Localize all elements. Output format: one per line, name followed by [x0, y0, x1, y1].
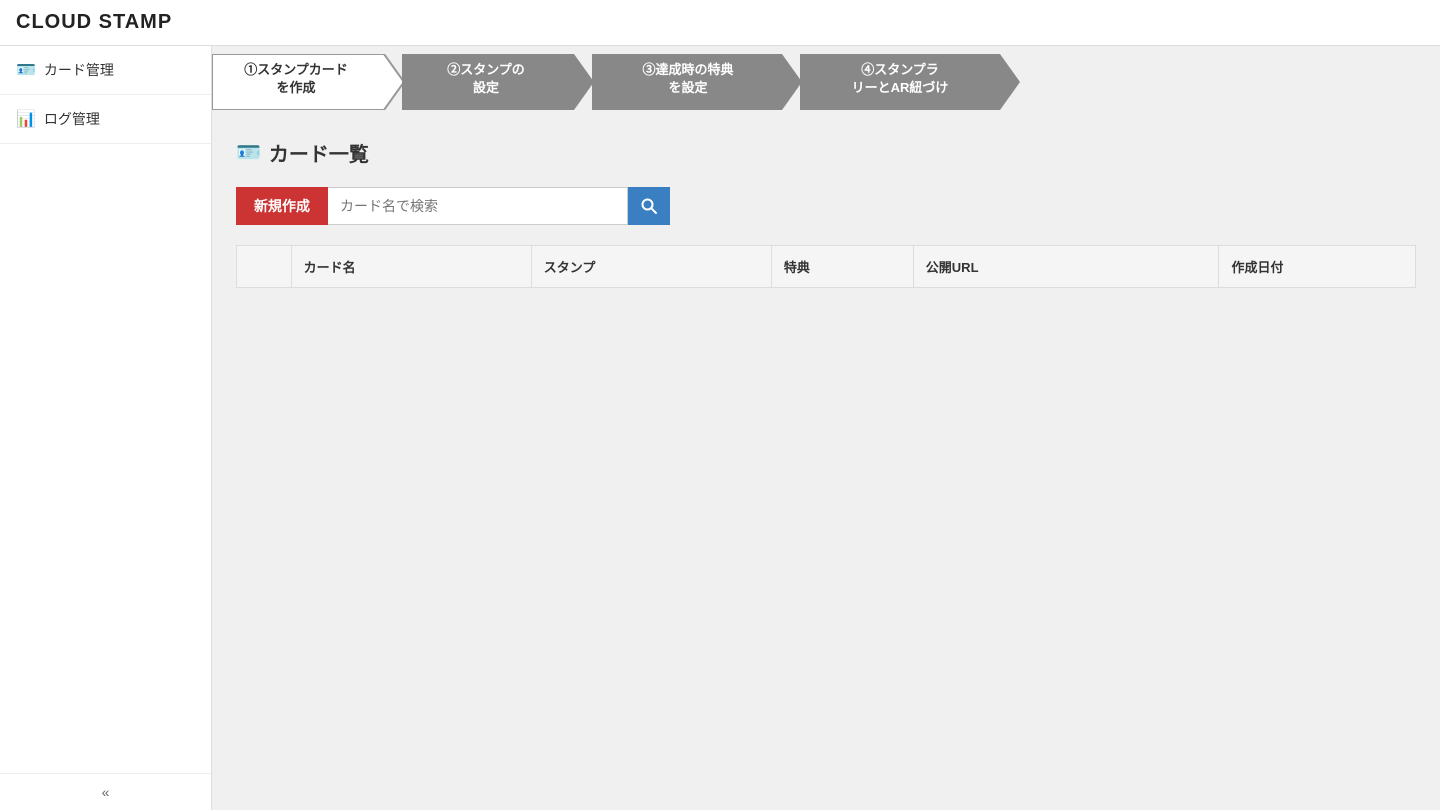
- col-header-name: カード名: [291, 246, 531, 288]
- page-title-icon: 🪪: [236, 140, 261, 165]
- svg-text:③達成時の特典: ③達成時の特典: [642, 62, 733, 77]
- table-header: カード名 スタンプ 特典 公開URL 作成日付: [237, 246, 1416, 288]
- search-button[interactable]: [628, 187, 670, 225]
- search-input[interactable]: [328, 187, 628, 225]
- wizard-step-3[interactable]: ③達成時の特典 を設定: [592, 54, 802, 110]
- page-title: カード一覧: [269, 138, 369, 167]
- svg-text:④スタンプラ: ④スタンプラ: [861, 62, 939, 77]
- search-icon: [640, 197, 658, 215]
- sidebar-item-card-label: カード管理: [44, 60, 114, 80]
- wizard-step-1[interactable]: ①スタンプカード を作成: [212, 54, 404, 110]
- main-layout: 🪪 カード管理 📊 ログ管理 « ①スタンプカード を作成 ②スタンプの 設定: [0, 46, 1440, 810]
- col-header-stamp: スタンプ: [531, 246, 771, 288]
- wizard-step-2[interactable]: ②スタンプの 設定: [402, 54, 594, 110]
- card-icon: 🪪: [16, 60, 36, 80]
- sidebar-collapse-button[interactable]: «: [0, 773, 211, 810]
- wizard-bar: ①スタンプカード を作成 ②スタンプの 設定 ③達成時の特典 を設定 ④スタンプ…: [212, 46, 1440, 118]
- sidebar-item-log-label: ログ管理: [44, 109, 100, 129]
- log-icon: 📊: [16, 109, 36, 129]
- page-content: 🪪 カード一覧 新規作成 カード名: [212, 118, 1440, 810]
- col-header-date: 作成日付: [1219, 246, 1416, 288]
- svg-text:リーとAR紐づけ: リーとAR紐づけ: [852, 80, 949, 95]
- col-header-url: 公開URL: [913, 246, 1219, 288]
- page-header: 🪪 カード一覧: [236, 138, 1416, 167]
- app-title: CLOUD STAMP: [16, 11, 172, 34]
- svg-text:設定: 設定: [473, 80, 499, 95]
- header: CLOUD STAMP: [0, 0, 1440, 46]
- svg-text:を設定: を設定: [668, 80, 707, 95]
- col-header-benefit: 特典: [771, 246, 913, 288]
- sidebar-item-card-mgmt[interactable]: 🪪 カード管理: [0, 46, 211, 95]
- svg-text:①スタンプカード: ①スタンプカード: [244, 62, 348, 77]
- svg-text:を作成: を作成: [276, 80, 315, 95]
- sidebar: 🪪 カード管理 📊 ログ管理 «: [0, 46, 212, 810]
- content-area: ①スタンプカード を作成 ②スタンプの 設定 ③達成時の特典 を設定 ④スタンプ…: [212, 46, 1440, 810]
- sidebar-item-log-mgmt[interactable]: 📊 ログ管理: [0, 95, 211, 144]
- wizard-step-4[interactable]: ④スタンプラ リーとAR紐づけ: [800, 54, 1020, 110]
- toolbar: 新規作成: [236, 187, 1416, 225]
- col-header-checkbox: [237, 246, 292, 288]
- svg-text:②スタンプの: ②スタンプの: [447, 62, 525, 77]
- new-button[interactable]: 新規作成: [236, 187, 328, 225]
- data-table: カード名 スタンプ 特典 公開URL 作成日付: [236, 245, 1416, 288]
